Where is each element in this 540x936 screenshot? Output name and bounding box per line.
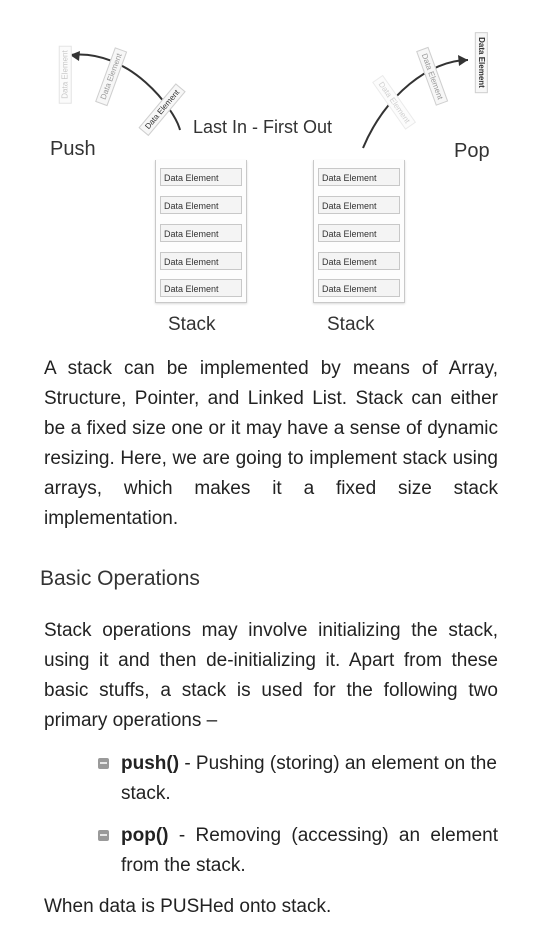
stack-cell: Data Element	[160, 224, 242, 242]
stack-diagram: Data Element Data Element Data Element D…	[0, 0, 540, 345]
operation-name: push()	[121, 753, 180, 774]
push-pop-arrows	[69, 51, 469, 149]
stack-cell: Data Element	[318, 168, 400, 186]
left-stack-caption: Stack	[168, 314, 216, 335]
bullet-icon	[98, 830, 109, 841]
stack-cell: Data Element	[318, 196, 400, 214]
stack-cell: Data Element	[160, 196, 242, 214]
lifo-label: Last In - First Out	[193, 117, 333, 137]
stack-cell: Data Element	[318, 252, 400, 270]
stack-cell: Data Element	[160, 168, 242, 186]
left-stack: Data Element Data Element Data Element D…	[155, 160, 247, 303]
stack-cell: Data Element	[160, 252, 242, 270]
pop-label: Pop	[454, 140, 490, 162]
operations-paragraph: Stack operations may involve initializin…	[44, 620, 498, 731]
right-stack-caption: Stack	[327, 314, 375, 335]
list-item-text: push() - Pushing (storing) an element on…	[121, 749, 498, 809]
section-heading: Basic Operations	[40, 567, 200, 590]
stack-cell: Data Element	[318, 224, 400, 242]
faded-data-element-label: Data Element	[58, 45, 72, 104]
list-item-text: pop() - Removing (accessing) an element …	[121, 821, 498, 881]
operation-name: pop()	[121, 825, 169, 846]
popped-data-element-label: Data Element	[474, 32, 488, 93]
stack-cell: Data Element	[318, 279, 400, 297]
stack-cell: Data Element	[160, 279, 242, 297]
right-stack: Data Element Data Element Data Element D…	[313, 160, 405, 303]
push-label: Push	[50, 138, 96, 160]
bullet-icon	[98, 758, 109, 769]
operation-description: - Removing (accessing) an element from t…	[121, 825, 498, 876]
closing-line: When data is PUSHed onto stack.	[44, 896, 332, 917]
intro-paragraph: A stack can be implemented by means of A…	[44, 358, 498, 529]
